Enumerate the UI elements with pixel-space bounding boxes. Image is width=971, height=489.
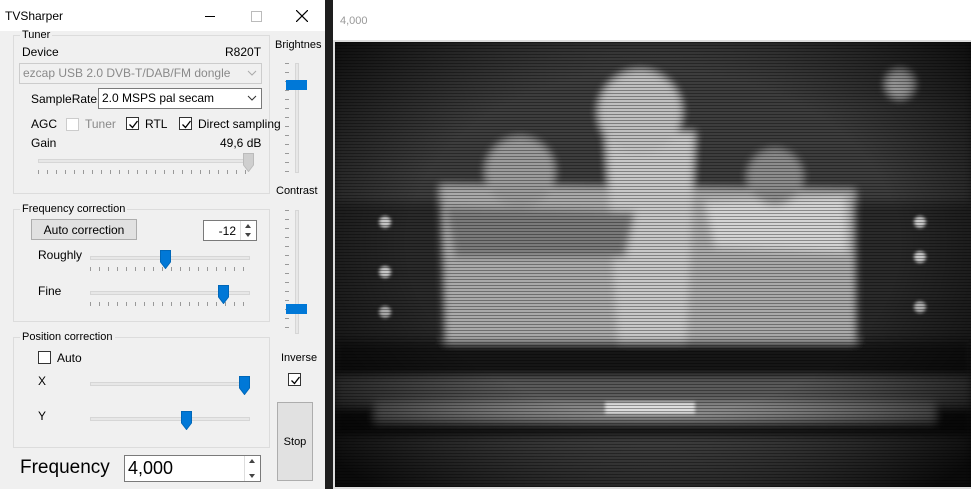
- fine-slider-thumb[interactable]: [217, 285, 229, 304]
- tuner-agc-checkbox[interactable]: [66, 118, 79, 131]
- inverse-checkbox[interactable]: [288, 373, 301, 386]
- window-title: TVSharper: [5, 9, 64, 23]
- minimize-button[interactable]: [187, 0, 233, 31]
- stop-button[interactable]: Stop: [277, 402, 313, 481]
- roughly-label: Roughly: [38, 248, 83, 262]
- fine-slider[interactable]: [90, 285, 250, 309]
- maximize-button[interactable]: [233, 0, 279, 31]
- brightness-slider[interactable]: [281, 63, 307, 173]
- gain-slider-thumb[interactable]: [243, 153, 254, 172]
- frequency-label: Frequency: [20, 457, 110, 478]
- tv-picture: [335, 42, 971, 487]
- agc-label: AGC: [31, 117, 58, 131]
- samplerate-label: SampleRate: [31, 92, 98, 106]
- checkmark-icon: [182, 120, 192, 129]
- position-correction-legend: Position correction: [22, 331, 113, 343]
- rtl-agc-label: RTL: [145, 117, 168, 131]
- x-slider-thumb[interactable]: [239, 376, 250, 395]
- device-model: R820T: [225, 45, 262, 59]
- contrast-slider-thumb[interactable]: [286, 304, 307, 315]
- y-slider-thumb[interactable]: [181, 411, 192, 430]
- video-window-title: 4,000: [340, 15, 368, 27]
- auto-correction-button[interactable]: Auto correction: [31, 219, 137, 240]
- stop-label: Stop: [283, 435, 307, 448]
- frequency-spin-arrows[interactable]: [244, 456, 260, 481]
- roughly-slider[interactable]: [90, 250, 250, 274]
- title-bar: TVSharper: [0, 0, 325, 31]
- video-window: 4,000: [333, 0, 971, 489]
- fine-label: Fine: [38, 284, 62, 298]
- position-auto-checkbox[interactable]: [38, 351, 51, 364]
- device-select-value: ezcap USB 2.0 DVB-T/DAB/FM dongle: [23, 66, 231, 80]
- position-auto-label: Auto: [57, 351, 82, 365]
- contrast-slider[interactable]: [281, 210, 307, 334]
- roughly-slider-thumb[interactable]: [160, 250, 172, 269]
- tuner-legend: Tuner: [22, 29, 51, 41]
- contrast-label: Contrast: [276, 185, 318, 197]
- checkmark-icon: [129, 120, 139, 129]
- gain-value: 49,6 dB: [220, 136, 262, 150]
- tv-video-frame: [333, 40, 971, 489]
- rtl-agc-checkbox[interactable]: [126, 117, 139, 130]
- samplerate-select-value: 2.0 MSPS pal secam: [102, 91, 215, 105]
- ppm-stepper[interactable]: -12: [203, 220, 257, 241]
- close-icon: [296, 10, 308, 22]
- tuner-agc-label: Tuner: [85, 117, 116, 131]
- close-button[interactable]: [279, 0, 325, 31]
- direct-sampling-label: Direct sampling: [198, 117, 281, 131]
- gain-label: Gain: [31, 136, 57, 150]
- control-window: TVSharper Tuner Device R820T ezcap USB 2…: [0, 0, 325, 489]
- y-label: Y: [38, 409, 47, 423]
- brightness-label: Brightnes: [275, 39, 322, 51]
- auto-correction-label: Auto correction: [43, 222, 125, 237]
- x-slider[interactable]: [90, 376, 250, 400]
- chevron-down-icon: [246, 92, 258, 104]
- gain-slider[interactable]: [38, 153, 254, 177]
- x-label: X: [38, 374, 47, 388]
- chevron-down-icon: [246, 67, 258, 79]
- checkmark-icon: [291, 376, 301, 385]
- device-label: Device: [22, 45, 59, 59]
- y-slider[interactable]: [90, 411, 250, 435]
- ppm-spin-arrows[interactable]: [240, 221, 256, 240]
- frequency-value: 4,000: [128, 458, 174, 478]
- inverse-label: Inverse: [281, 352, 318, 364]
- brightness-slider-thumb[interactable]: [286, 80, 307, 90]
- frequency-correction-legend: Frequency correction: [22, 203, 126, 215]
- device-select[interactable]: ezcap USB 2.0 DVB-T/DAB/FM dongle: [19, 63, 262, 84]
- frequency-input[interactable]: 4,000: [124, 455, 261, 482]
- ppm-value: -12: [218, 224, 236, 238]
- samplerate-select[interactable]: 2.0 MSPS pal secam: [98, 88, 262, 109]
- direct-sampling-checkbox[interactable]: [179, 117, 192, 130]
